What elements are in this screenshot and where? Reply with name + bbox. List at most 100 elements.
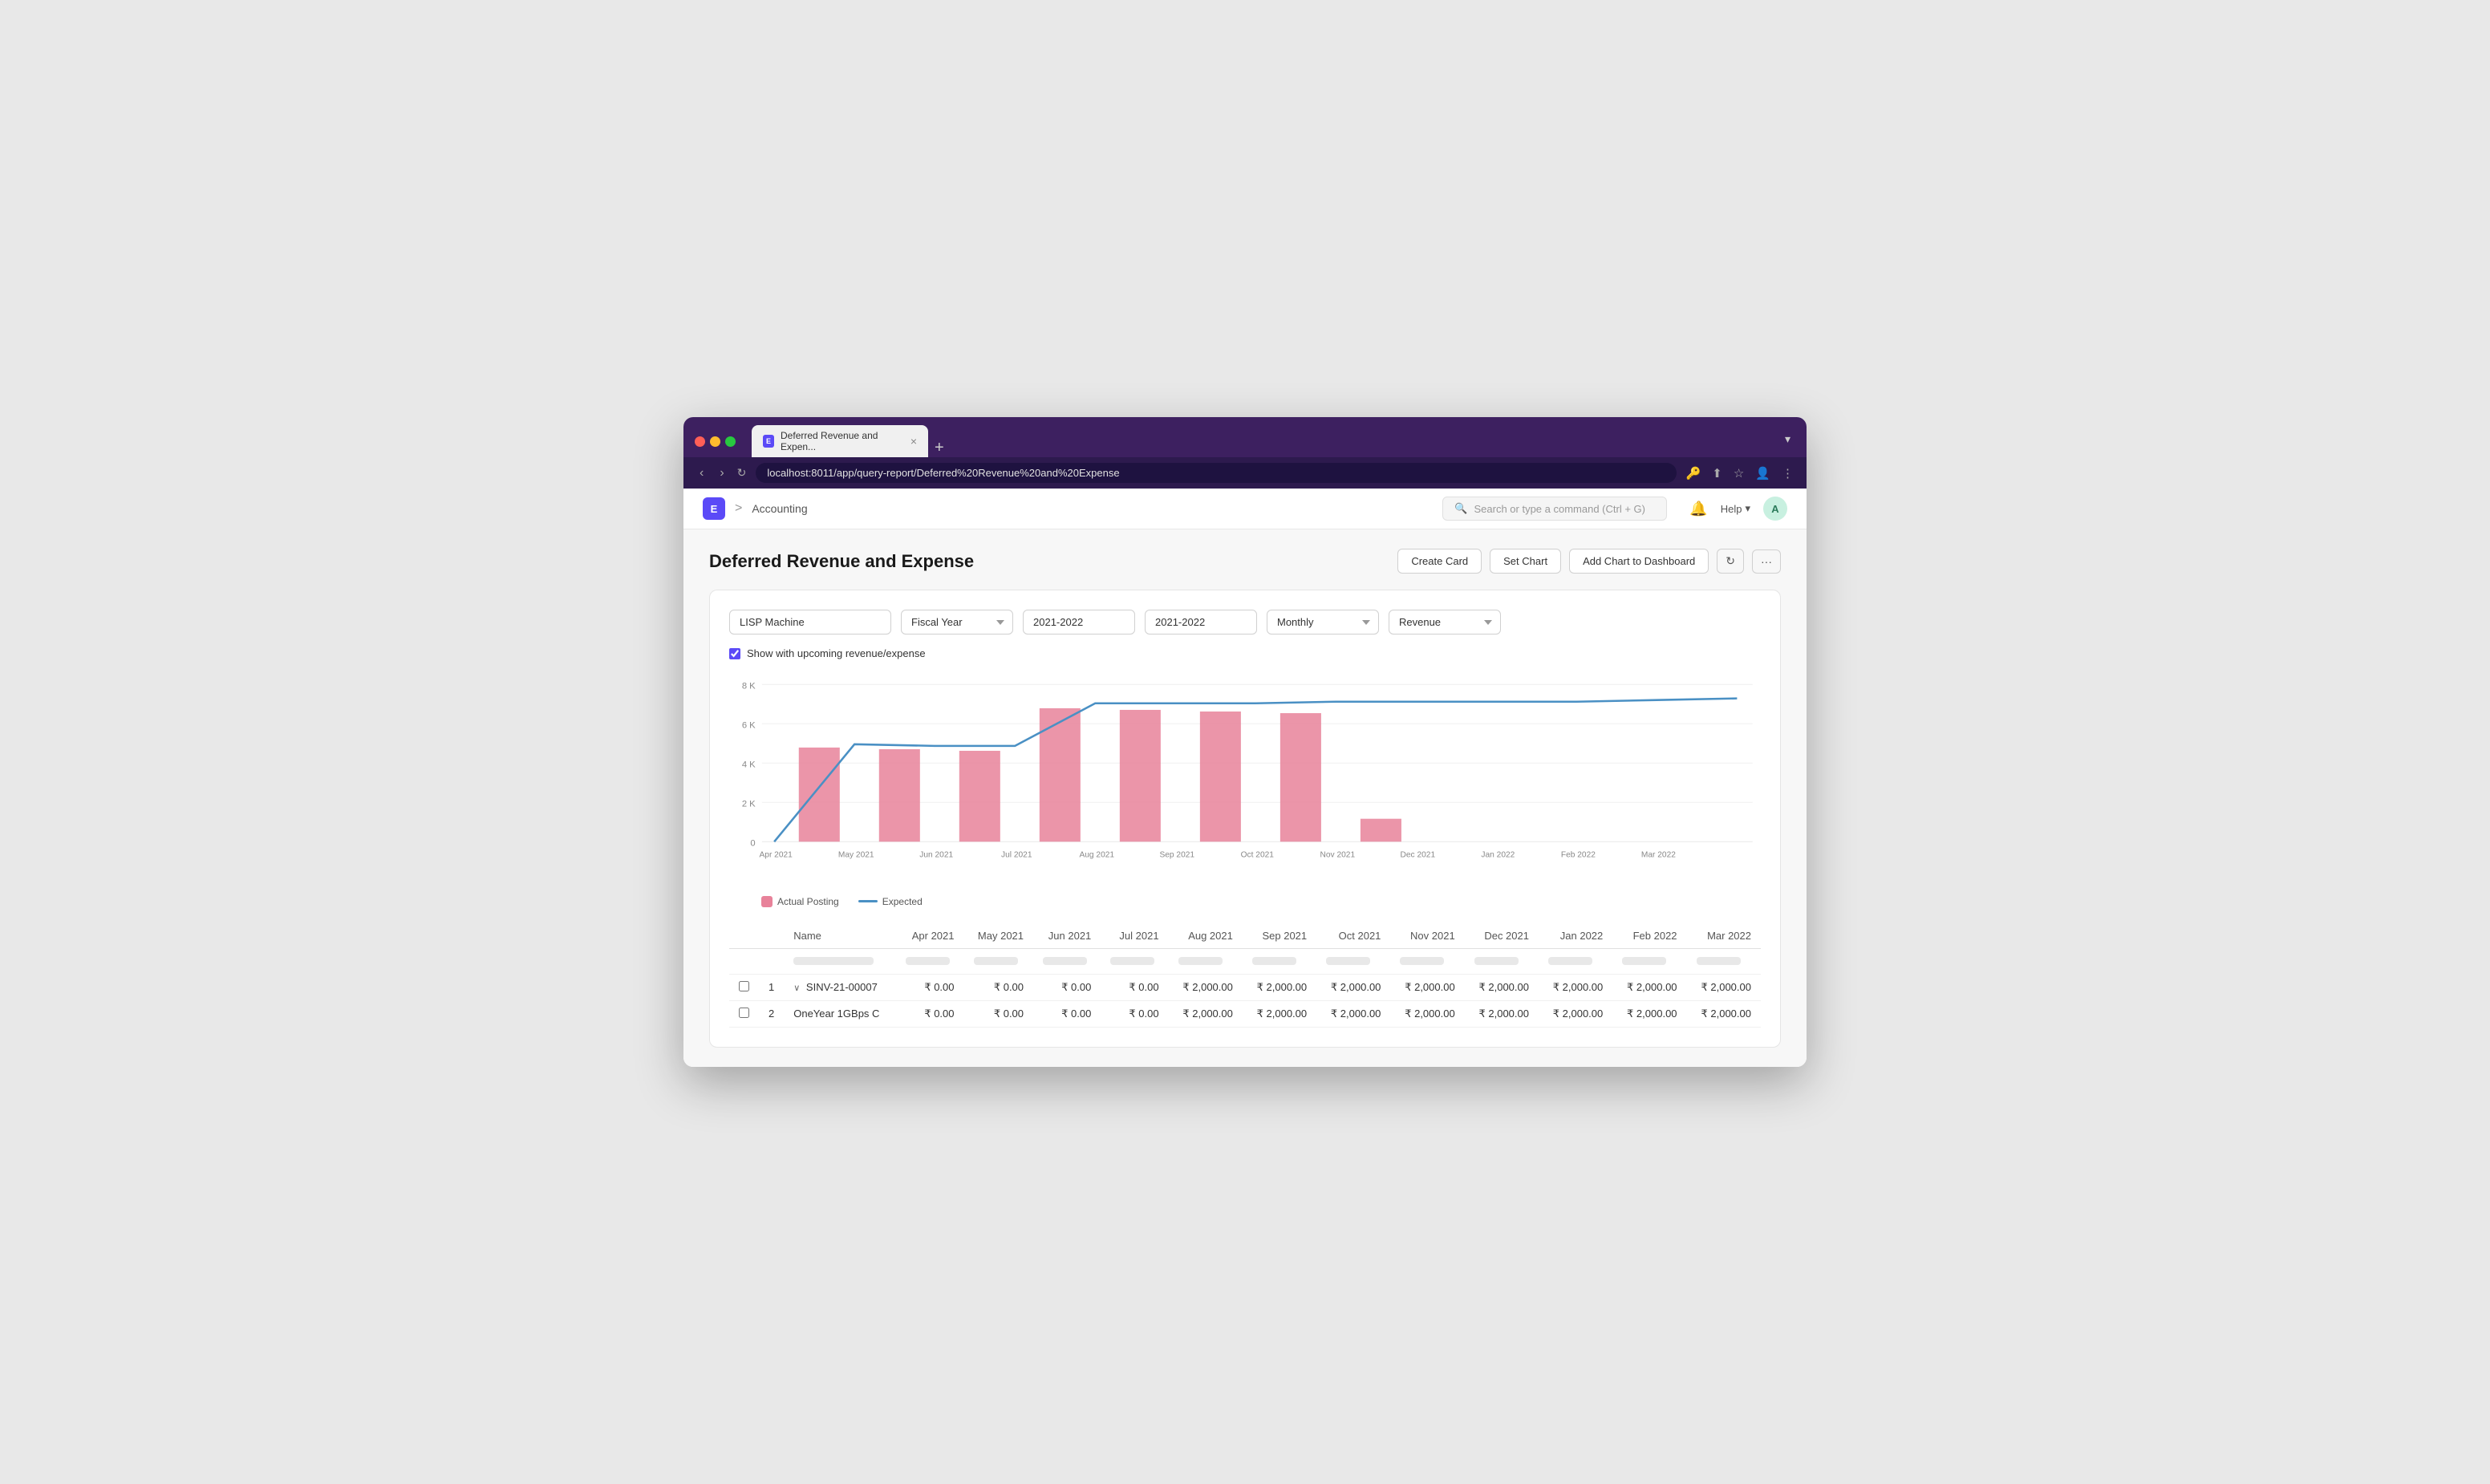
bookmark-icon: ☆ (1734, 466, 1744, 480)
url-input[interactable] (756, 463, 1676, 483)
checkbox-label: Show with upcoming revenue/expense (747, 647, 926, 659)
svg-text:Jan 2022: Jan 2022 (1481, 851, 1515, 860)
window-controls (695, 436, 736, 447)
row-name[interactable]: ∨ SINV-21-00007 (784, 974, 896, 1000)
company-filter[interactable] (729, 610, 891, 635)
refresh-report-button[interactable]: ↻ (1717, 549, 1744, 574)
row-checkbox-cell[interactable] (729, 974, 759, 1000)
breadcrumb-separator: > (735, 501, 742, 516)
svg-text:Nov 2021: Nov 2021 (1320, 851, 1356, 860)
add-chart-to-dashboard-button[interactable]: Add Chart to Dashboard (1569, 549, 1709, 574)
help-chevron-icon: ▾ (1745, 502, 1750, 515)
profile-icon: 👤 (1755, 466, 1770, 480)
forward-button[interactable]: › (716, 464, 727, 482)
row-value-5: ₹ 2,000.00 (1243, 1000, 1316, 1027)
help-button[interactable]: Help ▾ (1721, 502, 1750, 515)
refresh-button[interactable]: ↻ (737, 466, 747, 480)
svg-text:Feb 2022: Feb 2022 (1561, 851, 1596, 860)
row-value-4: ₹ 2,000.00 (1169, 1000, 1243, 1027)
row-value-5: ₹ 2,000.00 (1243, 974, 1316, 1000)
row-value-3: ₹ 0.00 (1101, 1000, 1168, 1027)
title-bar: E Deferred Revenue and Expen... × + ▾ (683, 417, 1807, 457)
col-apr2021: Apr 2021 (896, 923, 963, 949)
search-bar[interactable]: 🔍 Search or type a command (Ctrl + G) (1442, 497, 1667, 521)
row-name[interactable]: OneYear 1GBps C (784, 1000, 896, 1027)
chart-svg: 8 K 6 K 4 K 2 K 0 (729, 672, 1761, 885)
tab-close-button[interactable]: × (910, 435, 917, 448)
row-value-8: ₹ 2,000.00 (1465, 1000, 1539, 1027)
svg-text:4 K: 4 K (742, 760, 756, 770)
period-type-filter[interactable]: Fiscal Year Monthly Quarterly Yearly (901, 610, 1013, 635)
skeleton-nov (1400, 957, 1444, 965)
skeleton-row (729, 948, 1761, 974)
back-button[interactable]: ‹ (696, 464, 707, 482)
bar-may2021 (799, 748, 840, 841)
col-oct2021: Oct 2021 (1316, 923, 1390, 949)
app-content: E > Accounting 🔍 Search or type a comman… (683, 489, 1807, 1066)
app-logo[interactable]: E (703, 497, 725, 520)
row-value-11: ₹ 2,000.00 (1687, 974, 1761, 1000)
row-value-6: ₹ 2,000.00 (1316, 974, 1390, 1000)
bar-jun2021 (879, 749, 920, 841)
bar-dec2021 (1361, 819, 1401, 842)
svg-text:Dec 2021: Dec 2021 (1401, 851, 1436, 860)
row-checkbox[interactable] (739, 1008, 749, 1018)
more-options-button[interactable]: ··· (1752, 549, 1781, 574)
browser-dropdown[interactable]: ▾ (1785, 432, 1795, 451)
skeleton-dec (1474, 957, 1519, 965)
legend-actual: Actual Posting (761, 896, 839, 907)
col-sep2021: Sep 2021 (1243, 923, 1316, 949)
col-mar2022: Mar 2022 (1687, 923, 1761, 949)
notification-icon[interactable]: 🔔 (1689, 501, 1707, 517)
col-jan2022: Jan 2022 (1539, 923, 1612, 949)
col-may2021: May 2021 (964, 923, 1034, 949)
svg-text:Sep 2021: Sep 2021 (1159, 851, 1194, 860)
checkbox-row: Show with upcoming revenue/expense (729, 647, 1761, 659)
from-period-filter[interactable] (1023, 610, 1135, 635)
minimize-button[interactable] (710, 436, 720, 447)
menu-icon[interactable]: ⋮ (1782, 466, 1794, 480)
user-avatar[interactable]: A (1763, 497, 1787, 521)
col-jul2021: Jul 2021 (1101, 923, 1168, 949)
chart-area: 8 K 6 K 4 K 2 K 0 (729, 672, 1761, 906)
key-icon: 🔑 (1686, 466, 1701, 480)
row-value-7: ₹ 2,000.00 (1390, 974, 1464, 1000)
type-filter[interactable]: Revenue Expense (1389, 610, 1501, 635)
skeleton-aug (1178, 957, 1223, 965)
svg-text:May 2021: May 2021 (838, 851, 874, 860)
breadcrumb-accounting[interactable]: Accounting (752, 502, 807, 515)
row-checkbox[interactable] (739, 981, 749, 991)
help-label: Help (1721, 503, 1742, 515)
page-actions: Create Card Set Chart Add Chart to Dashb… (1397, 549, 1781, 574)
row-value-2: ₹ 0.00 (1033, 974, 1101, 1000)
svg-text:Mar 2022: Mar 2022 (1641, 851, 1676, 860)
close-button[interactable] (695, 436, 705, 447)
new-tab-button[interactable]: + (935, 439, 944, 457)
show-upcoming-checkbox[interactable] (729, 648, 740, 659)
create-card-button[interactable]: Create Card (1397, 549, 1482, 574)
skeleton-apr (906, 957, 950, 965)
to-period-filter[interactable] (1145, 610, 1257, 635)
svg-text:Oct 2021: Oct 2021 (1241, 851, 1275, 860)
row-value-3: ₹ 0.00 (1101, 974, 1168, 1000)
row-value-10: ₹ 2,000.00 (1612, 974, 1686, 1000)
row-value-6: ₹ 2,000.00 (1316, 1000, 1390, 1027)
col-dec2021: Dec 2021 (1465, 923, 1539, 949)
row-value-9: ₹ 2,000.00 (1539, 974, 1612, 1000)
page-header: Deferred Revenue and Expense Create Card… (709, 549, 1781, 574)
maximize-button[interactable] (725, 436, 736, 447)
active-tab[interactable]: E Deferred Revenue and Expen... × (752, 425, 928, 457)
skeleton-oct (1326, 957, 1370, 965)
browser-tabs: E Deferred Revenue and Expen... × + (752, 425, 1778, 457)
row-number: 2 (759, 1000, 784, 1027)
frequency-filter[interactable]: Monthly Quarterly Half-Yearly Yearly (1267, 610, 1379, 635)
page-title: Deferred Revenue and Expense (709, 551, 974, 572)
chart-legend: Actual Posting Expected (761, 896, 1761, 907)
set-chart-button[interactable]: Set Chart (1490, 549, 1561, 574)
report-card: Fiscal Year Monthly Quarterly Yearly Mon… (709, 590, 1781, 1047)
table-body: 1 ∨ SINV-21-00007 ₹ 0.00₹ 0.00₹ 0.00₹ 0.… (729, 974, 1761, 1027)
row-checkbox-cell[interactable] (729, 1000, 759, 1027)
header-right: 🔔 Help ▾ A (1689, 497, 1787, 521)
browser-window: E Deferred Revenue and Expen... × + ▾ ‹ … (683, 417, 1807, 1066)
expand-icon[interactable]: ∨ (793, 983, 800, 993)
